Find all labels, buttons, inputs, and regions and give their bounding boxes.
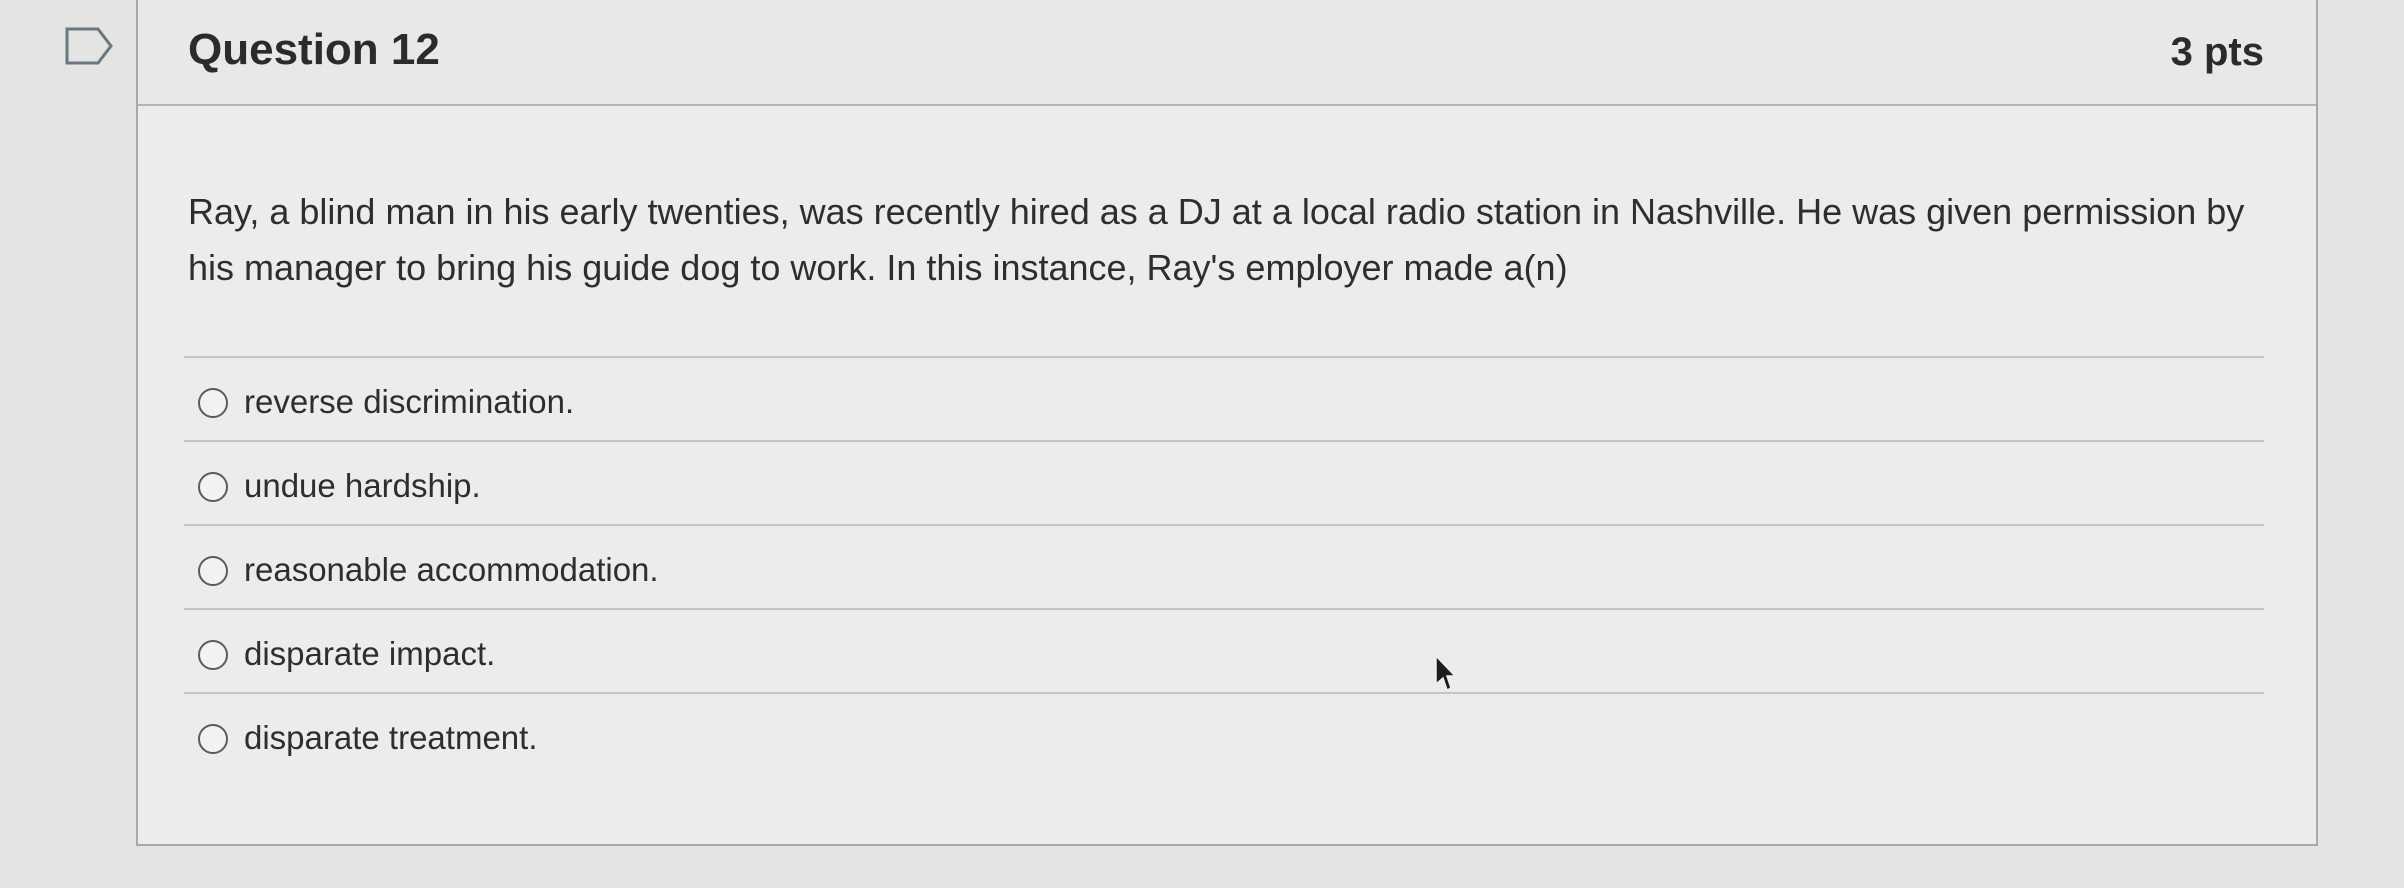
answer-label[interactable]: undue hardship. <box>244 464 481 508</box>
radio-button[interactable] <box>198 724 228 754</box>
question-title: Question 12 <box>188 25 440 74</box>
radio-button[interactable] <box>198 388 228 418</box>
flag-column <box>0 0 138 888</box>
answer-list: reverse discrimination. undue hardship. … <box>184 356 2264 776</box>
flag-question-icon[interactable] <box>64 26 114 66</box>
answer-option[interactable]: undue hardship. <box>184 440 2264 524</box>
answer-label[interactable]: disparate impact. <box>244 632 495 676</box>
answer-option[interactable]: reverse discrimination. <box>184 356 2264 440</box>
answer-label[interactable]: reasonable accommodation. <box>244 548 659 592</box>
radio-button[interactable] <box>198 640 228 670</box>
answer-label[interactable]: disparate treatment. <box>244 716 538 760</box>
answer-option[interactable]: reasonable accommodation. <box>184 524 2264 608</box>
answer-label[interactable]: reverse discrimination. <box>244 380 574 424</box>
radio-button[interactable] <box>198 556 228 586</box>
radio-button[interactable] <box>198 472 228 502</box>
question-text: Ray, a blind man in his early twenties, … <box>188 191 2245 288</box>
mouse-pointer-icon <box>1435 654 1456 692</box>
answer-option[interactable]: disparate impact. <box>184 608 2264 692</box>
question-header: Question 12 3 pts <box>138 0 2316 106</box>
question-points: 3 pts <box>2170 30 2264 74</box>
question-card: Question 12 3 pts Ray, a blind man in hi… <box>136 0 2318 846</box>
answer-option[interactable]: disparate treatment. <box>184 692 2264 776</box>
